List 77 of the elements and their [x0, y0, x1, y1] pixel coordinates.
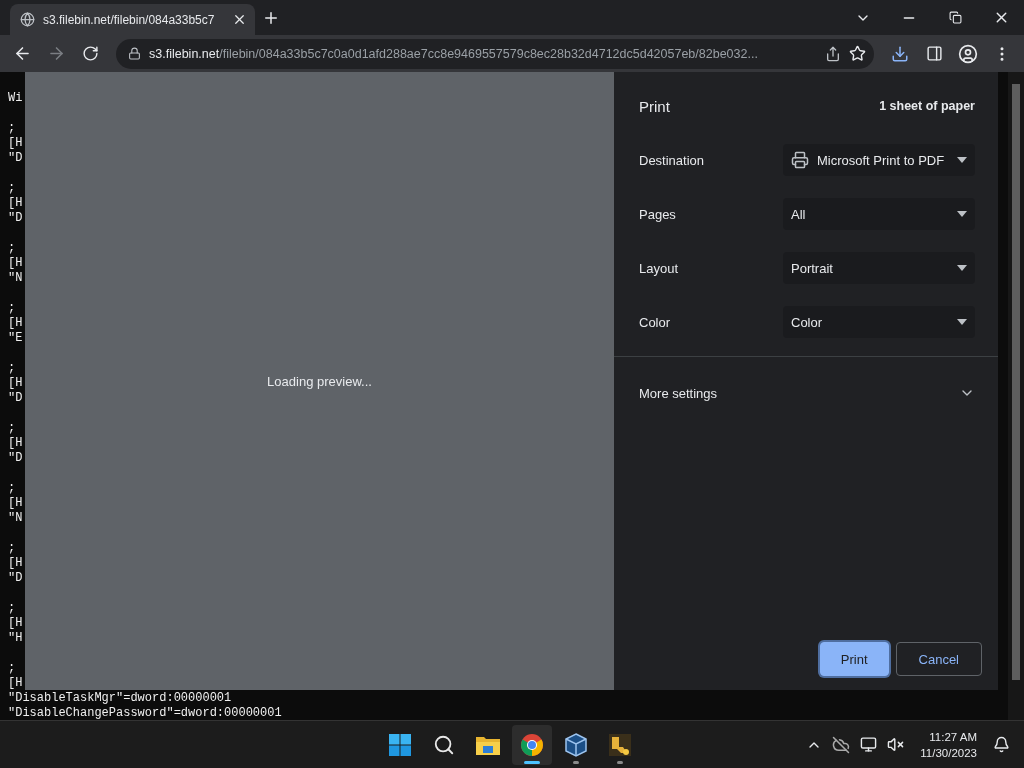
code-line: ;: [8, 421, 16, 436]
code-line: "E: [8, 331, 23, 346]
code-line: "D: [8, 571, 23, 586]
code-line: [H: [8, 496, 23, 511]
cube-icon: [565, 732, 587, 757]
code-line: "H: [8, 631, 23, 646]
setting-dropdown[interactable]: Portrait: [783, 252, 975, 284]
code-line: [H: [8, 556, 23, 571]
reload-icon[interactable]: [81, 45, 99, 62]
code-line: [H: [8, 616, 23, 631]
cloud-off-icon[interactable]: [832, 735, 851, 754]
more-settings-toggle[interactable]: More settings: [614, 357, 998, 401]
setting-dropdown[interactable]: All: [783, 198, 975, 230]
code-line: ;: [8, 361, 16, 376]
code-line: ;: [8, 121, 16, 136]
code-line: ;: [8, 241, 16, 256]
code-line: ;: [8, 301, 16, 316]
setting-dropdown[interactable]: Color: [783, 306, 975, 338]
code-line: "DisableChangePassword"=dword:00000001: [8, 706, 282, 720]
taskbar-app[interactable]: [512, 724, 552, 765]
code-line: "N: [8, 271, 23, 286]
printer-icon: [791, 151, 809, 169]
lock-icon: [128, 47, 141, 60]
code-line: "D: [8, 451, 23, 466]
setting-label: Color: [639, 314, 671, 330]
more-settings-label: More settings: [639, 385, 718, 401]
code-line: "D: [8, 211, 23, 226]
restore-icon[interactable]: [948, 11, 962, 24]
browser-tab[interactable]: s3.filebin.net/filebin/084a33b5c7: [10, 4, 255, 35]
code-line: ;: [8, 481, 16, 496]
setting-label: Pages: [639, 206, 676, 222]
code-line: "D: [8, 151, 23, 166]
close-tab-icon[interactable]: [232, 12, 247, 27]
app-icon: [608, 732, 632, 757]
dropdown-caret-icon: [957, 211, 967, 217]
code-line: ;: [8, 541, 16, 556]
chrome-logo-icon: [520, 732, 544, 757]
code-line: ;: [8, 661, 16, 676]
clock[interactable]: 11:27 AM 11/30/2023: [920, 728, 977, 761]
bookmark-star-icon[interactable]: [849, 45, 866, 62]
print-button[interactable]: Print: [819, 642, 889, 676]
volume-muted-icon[interactable]: [887, 736, 905, 753]
profile-icon[interactable]: [958, 43, 978, 64]
windows-logo-icon: [388, 732, 412, 757]
dialog-title: Print: [639, 97, 670, 115]
share-icon[interactable]: [825, 45, 841, 62]
code-line: "N: [8, 511, 23, 526]
tab-title: s3.filebin.net/filebin/084a33b5c7: [43, 12, 215, 27]
code-line: Wi: [8, 91, 23, 106]
dropdown-caret-icon: [957, 265, 967, 271]
code-line: [H: [8, 376, 23, 391]
scrollbar[interactable]: [1008, 72, 1024, 720]
code-line: [H: [8, 436, 23, 451]
code-line: [H: [8, 196, 23, 211]
address-bar[interactable]: s3.filebin.net/filebin/084a33b5c7c0a0d1afd288ae7cc8e9469557579c8ec28b32d4712dc5d42057eb/82be032...: [116, 38, 874, 69]
setting-label: Layout: [639, 260, 679, 276]
notifications-icon[interactable]: [993, 736, 1010, 753]
dropdown-caret-icon: [957, 319, 967, 325]
code-line: [H: [8, 316, 23, 331]
dropdown-caret-icon: [957, 157, 967, 163]
search-icon: [433, 733, 455, 756]
code-line: "DisableTaskMgr"=dword:00000001: [8, 691, 232, 706]
code-line: "D: [8, 391, 23, 406]
code-line: ;: [8, 601, 16, 616]
sheet-count: 1 sheet of paper: [879, 99, 975, 113]
setting-label: Destination: [639, 152, 705, 168]
globe-icon: [20, 12, 35, 27]
code-line: ;: [8, 181, 16, 196]
url-text: s3.filebin.net/filebin/084a33b5c7c0a0d1afd288ae7cc8e9469557579c8ec28b32d4712dc5d42057eb/82be032...: [149, 46, 758, 61]
loading-message: Loading preview...: [267, 373, 372, 389]
code-line: [H: [8, 676, 23, 691]
download-icon[interactable]: [891, 44, 909, 63]
cancel-button[interactable]: Cancel: [895, 642, 982, 676]
side-panel-icon[interactable]: [925, 45, 943, 62]
code-line: [H: [8, 136, 23, 151]
code-line: [H: [8, 256, 23, 271]
setting-dropdown[interactable]: Microsoft Print to PDF: [783, 144, 975, 176]
